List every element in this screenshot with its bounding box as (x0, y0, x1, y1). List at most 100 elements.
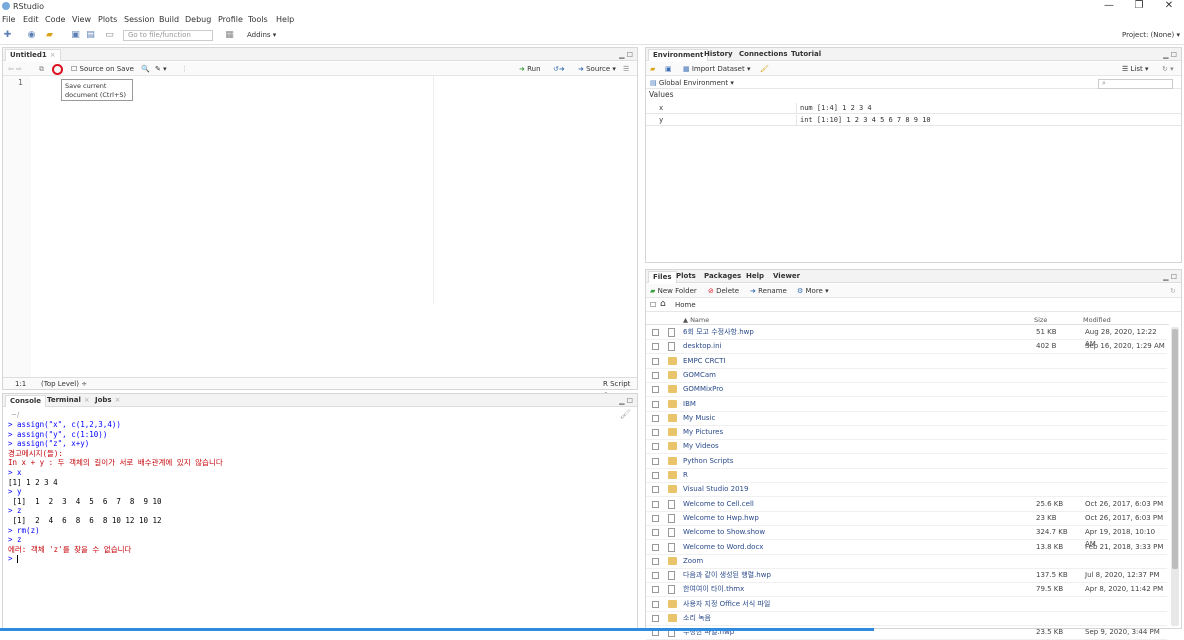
file-row[interactable]: 6회 모고 수정사항.hwp 51 KB Aug 28, 2020, 12:22 A… (646, 326, 1167, 348)
menu-session[interactable]: Session (124, 15, 155, 24)
file-row[interactable]: My Videos (646, 440, 1167, 455)
project-menu[interactable]: Project: (None) ▾ (1122, 31, 1180, 39)
file-checkbox[interactable] (652, 529, 659, 537)
file-name-link[interactable]: 한여여이 타이.thmx (683, 583, 744, 595)
files-scrollbar[interactable] (1171, 327, 1179, 626)
pane-window-controls[interactable]: ▁ ☐ (619, 51, 633, 59)
env-search-input[interactable]: ⌕ (1098, 79, 1173, 89)
file-checkbox[interactable] (652, 414, 659, 422)
file-row[interactable]: My Music (646, 412, 1167, 426)
file-row[interactable]: Python Scripts (646, 455, 1167, 469)
outline-icon[interactable]: ☰ (623, 64, 629, 74)
file-name-link[interactable]: Welcome to Word.docx (683, 541, 763, 553)
import-dataset-button[interactable]: ▦ Import Dataset ▾ (683, 64, 750, 74)
file-name-link[interactable]: GOMMixPro (683, 383, 723, 395)
refresh-icon[interactable]: ↻ ▾ (1162, 64, 1174, 74)
file-checkbox[interactable] (652, 472, 659, 479)
menu-debug[interactable]: Debug (185, 15, 211, 24)
tab-plots[interactable]: Plots (672, 271, 700, 283)
file-name-link[interactable]: EMPC CRCTI (683, 355, 725, 367)
file-row[interactable]: Visual Studio 2019 (646, 483, 1167, 498)
search-icon[interactable]: 🔍 (141, 64, 150, 74)
restore-button[interactable]: ❐ (1124, 0, 1154, 11)
file-checkbox[interactable] (652, 371, 659, 379)
file-name-link[interactable]: desktop.ini (683, 340, 721, 352)
file-checkbox[interactable] (652, 457, 659, 465)
file-name-link[interactable]: Visual Studio 2019 (683, 483, 748, 495)
save-icon[interactable]: ▣ (70, 30, 81, 41)
clear-console-icon[interactable]: 🖌 (620, 410, 631, 420)
run-button[interactable]: ➜ Run (519, 64, 541, 74)
load-workspace-icon[interactable]: ▰ (650, 64, 655, 74)
col-size-header[interactable]: Size (1034, 316, 1047, 324)
scope-selector[interactable]: (Top Level) ÷ (41, 379, 87, 389)
new-folder-button[interactable]: ▰ New Folder (650, 286, 697, 296)
file-checkbox[interactable] (652, 386, 659, 394)
file-row[interactable]: Zoom (646, 555, 1167, 569)
refresh-files-icon[interactable]: ↻ (1170, 286, 1176, 296)
file-row[interactable]: R (646, 469, 1167, 483)
menu-tools[interactable]: Tools (248, 15, 268, 24)
addins-menu[interactable]: Addins ▾ (247, 31, 276, 39)
file-row[interactable]: Welcome to Hwp.hwp 23 KB Oct 26, 2017, 6:0… (646, 512, 1167, 526)
file-row[interactable]: 한여여이 타이.thmx 79.5 KB Apr 8, 2020, 11:42 PM (646, 583, 1167, 598)
code-tools-icon[interactable]: ✎ ▾ (155, 64, 167, 74)
file-checkbox[interactable] (652, 343, 659, 351)
rename-button[interactable]: ➜ Rename (750, 286, 787, 296)
back-arrow-icon[interactable]: ⇦ ⇨ (8, 64, 22, 74)
close-jobs-icon[interactable]: × (115, 396, 121, 404)
file-name-link[interactable]: IBM (683, 398, 696, 410)
file-checkbox[interactable] (652, 486, 659, 494)
file-name-link[interactable]: 다음과 같이 생성된 행렬.hwp (683, 569, 771, 581)
source-button[interactable]: ➜ Source ▾ (578, 64, 616, 74)
file-row[interactable]: My Pictures (646, 426, 1167, 441)
file-row[interactable]: Welcome to Cell.cell 25.6 KB Oct 26, 2017,… (646, 498, 1167, 512)
col-modified-header[interactable]: Modified (1083, 316, 1111, 324)
file-checkbox[interactable] (652, 586, 659, 594)
tab-tutorial[interactable]: Tutorial (787, 49, 825, 61)
goto-file-input[interactable]: Go to file/function (123, 30, 213, 41)
env-window-controls[interactable]: ▁ ☐ (1163, 51, 1177, 59)
tab-packages[interactable]: Packages (700, 271, 745, 283)
file-checkbox[interactable] (652, 357, 659, 365)
file-checkbox[interactable] (652, 443, 659, 451)
file-checkbox[interactable] (652, 514, 659, 522)
close-button[interactable]: ✕ (1154, 0, 1184, 11)
file-row[interactable]: desktop.ini 402 B Sep 16, 2020, 1:29 AM (646, 340, 1167, 355)
file-row[interactable]: GOMCam (646, 369, 1167, 383)
save-all-icon[interactable]: ▤ (85, 30, 96, 41)
scope-select[interactable]: ▤ Global Environment ▾ (650, 78, 734, 88)
files-scrollbar-thumb[interactable] (1172, 329, 1178, 569)
menu-help[interactable]: Help (276, 15, 294, 24)
file-name-link[interactable]: Welcome to Hwp.hwp (683, 512, 759, 524)
file-name-link[interactable]: Welcome to Show.show (683, 526, 765, 538)
rerun-icon[interactable]: ↺➜ (553, 64, 565, 74)
file-name-link[interactable]: Welcome to Cell.cell (683, 498, 754, 510)
file-row[interactable]: 소리 녹음 (646, 612, 1167, 626)
file-name-link[interactable]: 6회 모고 수정사항.hwp (683, 326, 754, 338)
delete-button[interactable]: ⊘ Delete (708, 286, 739, 296)
close-tab-icon[interactable]: × (50, 51, 56, 59)
file-name-link[interactable]: 사용자 지정 Office 서식 파일 (683, 598, 770, 610)
file-checkbox[interactable] (652, 329, 659, 336)
tab-console[interactable]: Console (5, 395, 47, 407)
tab-history[interactable]: History (700, 49, 737, 61)
env-variable-row[interactable]: x num [1:4] 1 2 3 4 (646, 103, 1181, 114)
tab-jobs[interactable]: Jobs × (91, 395, 124, 407)
tab-viewer[interactable]: Viewer (769, 271, 804, 283)
select-all-checkbox[interactable]: ☐ (650, 300, 656, 310)
console-output[interactable]: > assign("x", c(1,2,3,4)) > assign("y", c… (8, 420, 223, 564)
file-name-link[interactable]: R (683, 469, 688, 481)
menu-edit[interactable]: Edit (23, 15, 39, 24)
menu-profile[interactable]: Profile (218, 15, 243, 24)
file-row[interactable]: EMPC CRCTI (646, 355, 1167, 369)
show-in-window-icon[interactable]: ⧉ (39, 64, 44, 74)
compile-report-icon[interactable]: ⋮ (181, 64, 188, 74)
console-prompt[interactable]: > (8, 554, 223, 564)
tab-help[interactable]: Help (742, 271, 768, 283)
file-name-link[interactable]: 소리 녹음 (683, 612, 711, 624)
home-icon[interactable]: ⌂ (660, 299, 666, 309)
file-name-link[interactable]: My Pictures (683, 426, 723, 438)
clear-workspace-icon[interactable]: 🖌 (760, 64, 769, 74)
menu-build[interactable]: Build (159, 15, 179, 24)
